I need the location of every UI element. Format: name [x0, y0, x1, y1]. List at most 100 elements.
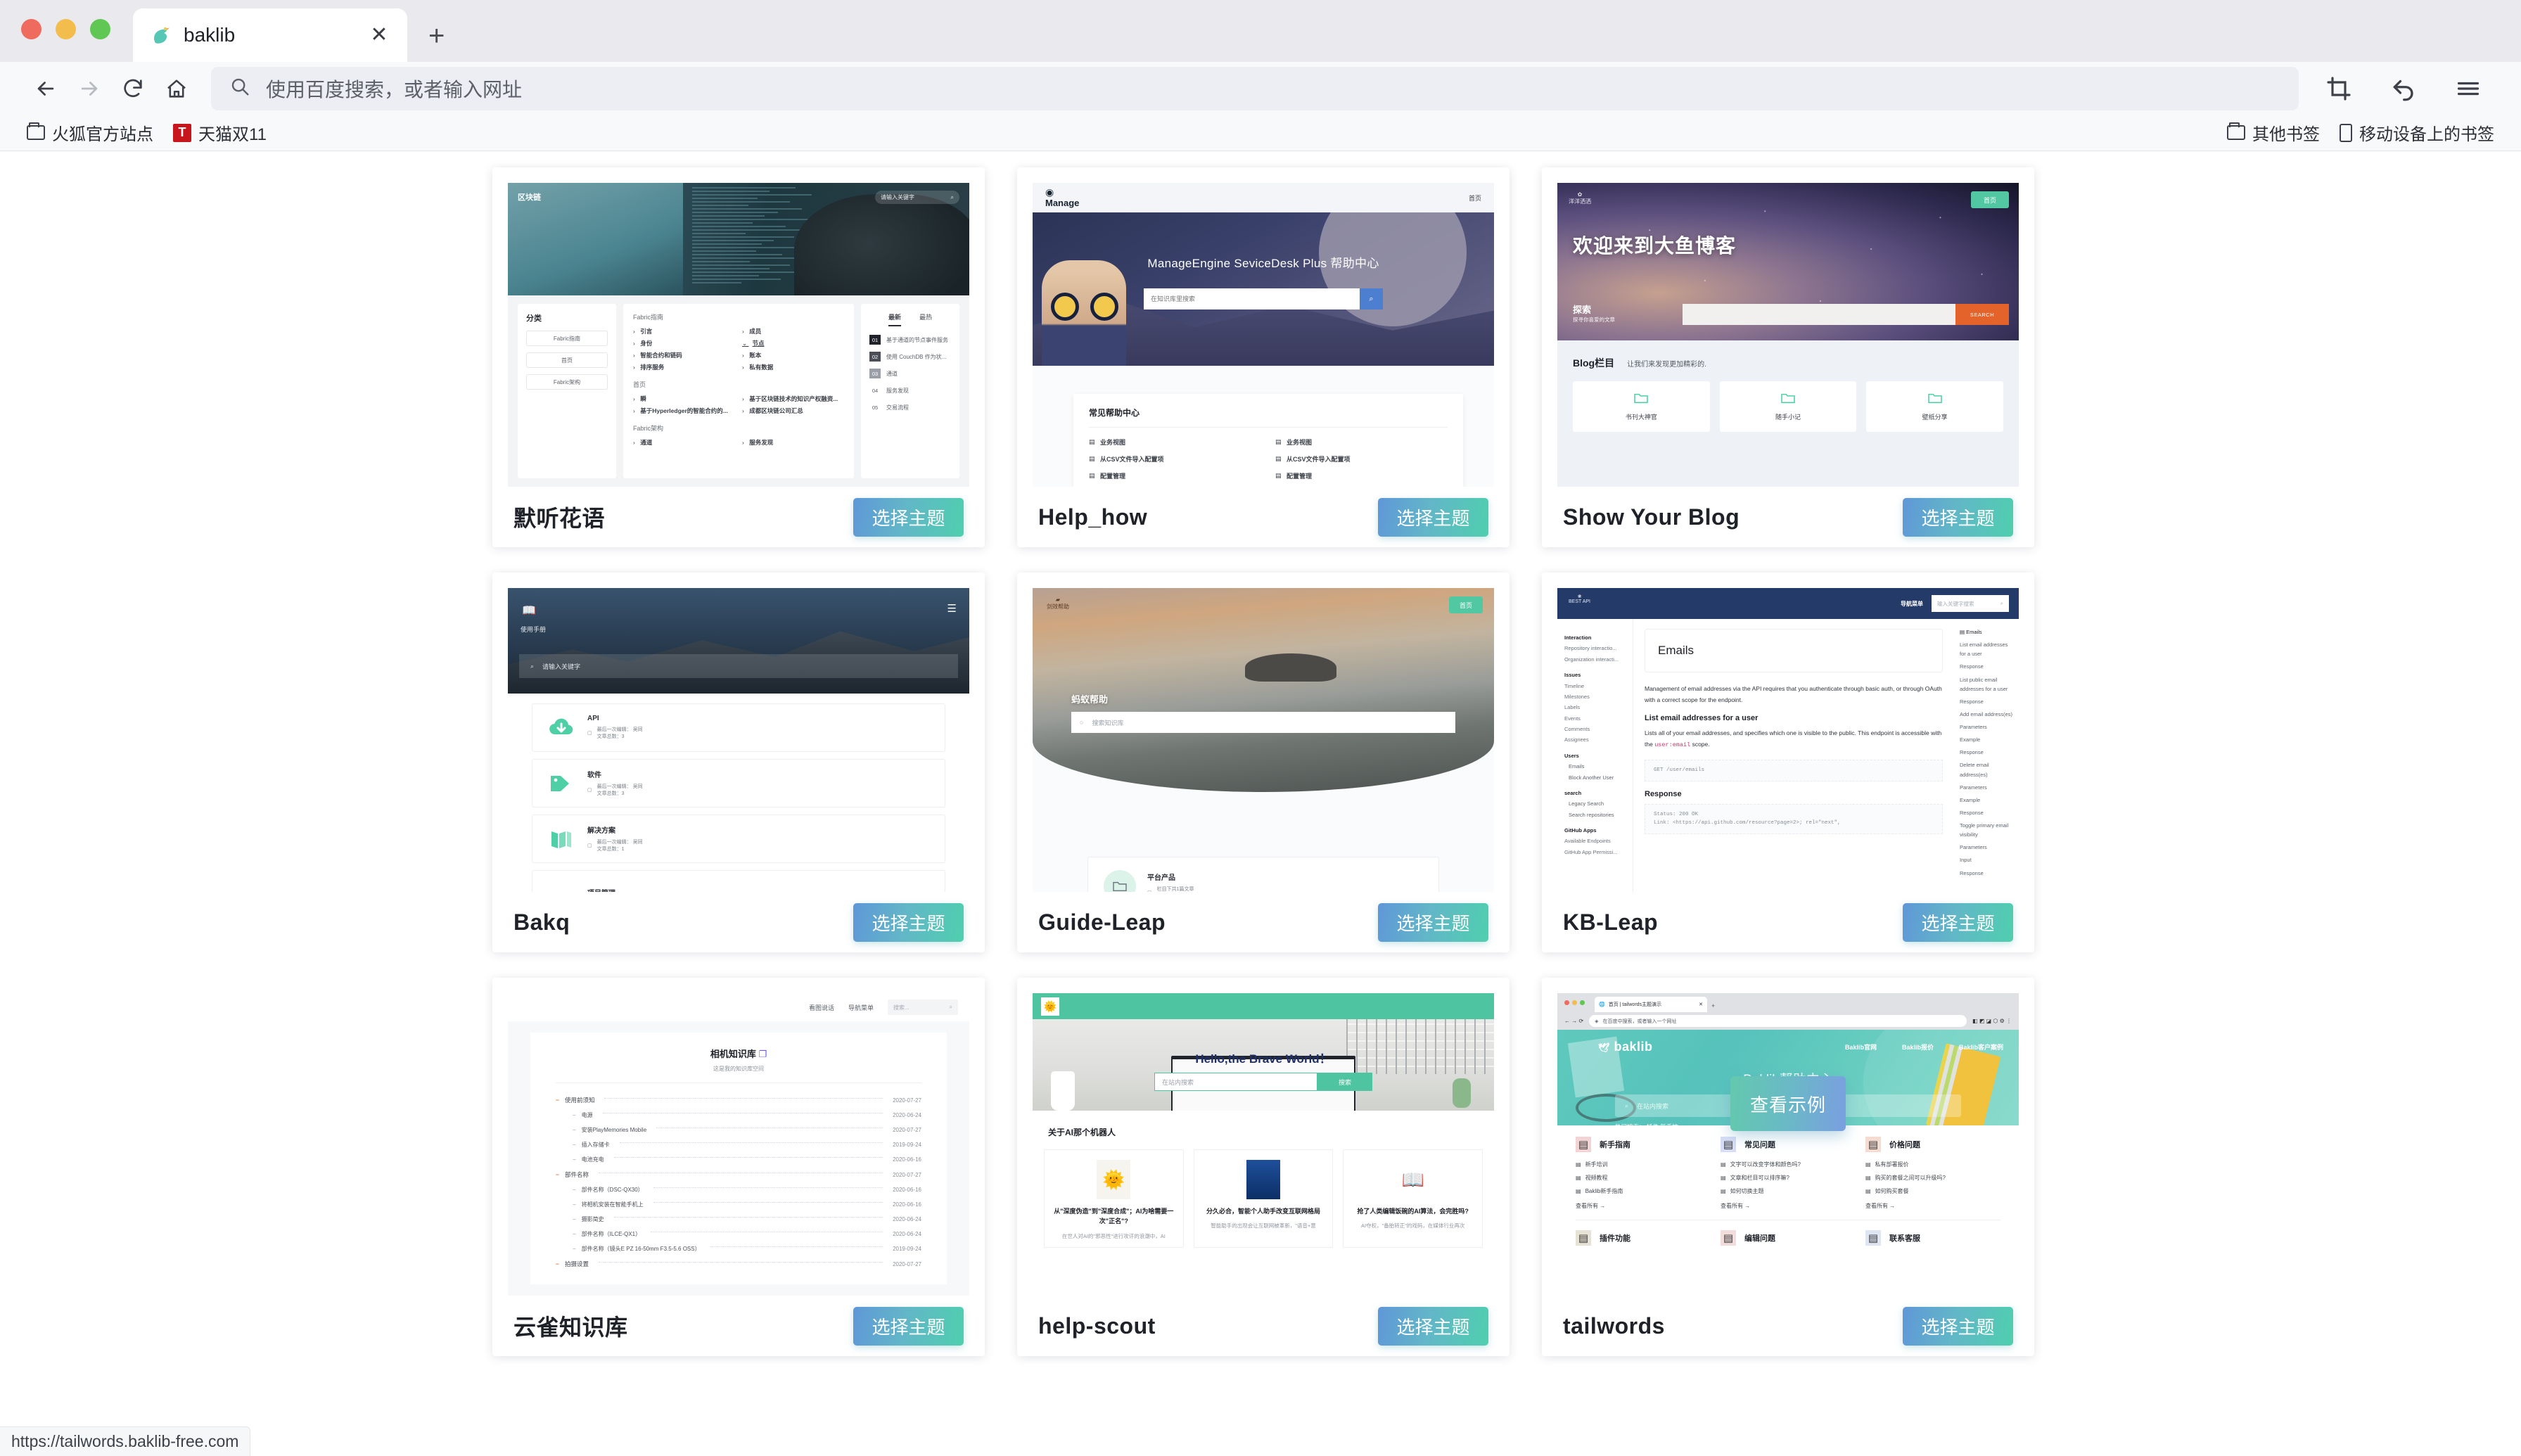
- preview-section-sub: 让我们来发现更加精彩的.: [1627, 358, 1706, 369]
- theme-card-tailwords[interactable]: 🌐 首页 | tailwords主题演示 ✕ + ← → ⟳ ◈: [1542, 978, 2034, 1356]
- preview-nav-item[interactable]: 看图说话: [809, 1003, 834, 1012]
- navigation-toolbar: 使用百度搜索，或者输入网址: [0, 62, 2521, 115]
- minimize-window-button[interactable]: [56, 19, 76, 39]
- select-theme-button[interactable]: 选择主题: [853, 498, 964, 537]
- reload-icon[interactable]: [111, 67, 155, 110]
- theme-card-bakq[interactable]: 📖 使用手册 ☰ ⌕ 请输入关键字: [492, 573, 985, 952]
- select-theme-button[interactable]: 选择主题: [1903, 1307, 2013, 1346]
- preview-panel-title: 常见帮助中心: [1089, 407, 1448, 419]
- preview-search-button[interactable]: 搜索: [1317, 1073, 1372, 1091]
- select-theme-button[interactable]: 选择主题: [853, 903, 964, 942]
- preview-toc-row: −电池充电2020-06-16: [556, 1156, 921, 1163]
- preview-nav-home[interactable]: 首页: [1449, 596, 1483, 613]
- new-tab-button[interactable]: +: [428, 20, 445, 62]
- preview-search-box: ⌕: [1144, 288, 1383, 309]
- theme-preview: ▰剑效帮助 首页 蚂蚁帮助 ○ 搜索知识库: [1033, 588, 1494, 892]
- mobile-icon: [2340, 124, 2352, 142]
- toolbar-right-actions: [2317, 67, 2497, 110]
- preview-brand: ◉ Manage: [1045, 187, 1079, 208]
- preview-item: ⌄ 节点: [742, 339, 844, 347]
- preview-toc: ▤ Emails List email addresses for a user…: [1954, 619, 2019, 892]
- sun-icon: 🌞: [1041, 997, 1059, 1016]
- preview-nav-item[interactable]: 导航菜单: [848, 1003, 874, 1012]
- bookmark-firefox-official[interactable]: 火狐官方站点: [17, 120, 163, 145]
- theme-card-help-scout[interactable]: 🌞 Hello,the Brave World！ 在站内搜索 搜索 关于AI那个: [1017, 978, 1510, 1356]
- theme-card-yunque-kb[interactable]: 看图说话 导航菜单 搜索... ⌕ 相机知识库 ❐ 这是我的知识库空间: [492, 978, 985, 1356]
- folder-icon: [1927, 392, 1943, 406]
- preview-link: ▤ 从CSV文件导入配置项: [1089, 454, 1261, 464]
- preview-group-title: 首页: [633, 380, 844, 389]
- preview-item: › 通道: [633, 438, 735, 447]
- preview-section: ▤常见问题 ▤ 文字可以改变字体和颜色吗? ▤ 文章和栏目可以排序嘛? ▤ 如何…: [1721, 1137, 1856, 1210]
- undo-icon[interactable]: [2382, 67, 2425, 110]
- theme-preview: ✿洋洋洒洒 首页 欢迎来到大鱼博客 探索 探寻你喜爱的文章 SEARCH: [1557, 183, 2019, 487]
- preview-item: › 基于Hyperledger的智能合约的...: [633, 407, 735, 415]
- preview-search-box[interactable]: ○ 搜索知识库: [1071, 712, 1455, 733]
- preview-item: › 私有数据: [742, 363, 844, 371]
- select-theme-button[interactable]: 选择主题: [1378, 1307, 1488, 1346]
- preview-explore-sub: 探寻你喜爱的文章: [1573, 317, 1615, 323]
- select-theme-button[interactable]: 选择主题: [1903, 903, 2013, 942]
- theme-card-show-your-blog[interactable]: ✿洋洋洒洒 首页 欢迎来到大鱼博客 探索 探寻你喜爱的文章 SEARCH: [1542, 167, 2034, 547]
- preview-explore: 探索 探寻你喜爱的文章: [1573, 302, 1615, 324]
- close-icon[interactable]: ✕: [366, 25, 392, 46]
- preview-toc-row: −部件名称（镜头E PZ 16-50mm F3.5-5.6 OSS）2019-0…: [556, 1245, 921, 1253]
- preview-tab-hottest: 最热: [919, 312, 932, 326]
- preview-section: ▤插件功能: [1576, 1230, 1711, 1246]
- hamburger-menu-icon[interactable]: ☰: [947, 602, 957, 615]
- preview-chip: 首页: [526, 352, 608, 368]
- theme-card-guide-leap[interactable]: ▰剑效帮助 首页 蚂蚁帮助 ○ 搜索知识库: [1017, 573, 1510, 952]
- preview-section: ▤联系客服: [1865, 1230, 2000, 1246]
- theme-card-kb-leap[interactable]: ❀BEST API 导航菜单 输入关键字搜索 ⌕ Interaction Rep…: [1542, 573, 2034, 952]
- preview-search-button[interactable]: SEARCH: [1955, 304, 2009, 325]
- bookmark-mobile-bookmarks[interactable]: 移动设备上的书签: [2330, 120, 2504, 145]
- view-demo-tooltip[interactable]: 查看示例: [1730, 1076, 1846, 1131]
- preview-panel: 常见帮助中心 ▤ 业务视图 ▤ 业务视图 ▤ 从CSV文件导入配置项 ▤ 从CS…: [1073, 394, 1463, 487]
- address-bar[interactable]: 使用百度搜索，或者输入网址: [211, 67, 2299, 110]
- preview-nav-menu[interactable]: 导航菜单: [1901, 600, 1923, 608]
- preview-search-box[interactable]: ⌕ 请输入关键字: [519, 654, 958, 678]
- preview-search-input[interactable]: [1683, 304, 1955, 325]
- search-icon: ⌕: [950, 1004, 952, 1011]
- select-theme-button[interactable]: 选择主题: [853, 1307, 964, 1346]
- preview-search-box[interactable]: 输入关键字搜索 ⌕: [1932, 595, 2009, 612]
- preview-search-box: SEARCH: [1683, 304, 2009, 325]
- maximize-window-button[interactable]: [90, 19, 110, 39]
- preview-link: ▤ 业务视图: [1089, 438, 1261, 447]
- forward-arrow-icon[interactable]: [68, 67, 111, 110]
- guide-icon: ▤: [1576, 1137, 1591, 1152]
- screenshot-icon[interactable]: [2317, 67, 2361, 110]
- preview-search-input[interactable]: 在站内搜索: [1154, 1073, 1317, 1091]
- close-window-button[interactable]: [21, 19, 42, 39]
- preview-chip: Fabric指南: [526, 331, 608, 346]
- bookmark-label: 移动设备上的书签: [2359, 120, 2494, 145]
- search-icon[interactable]: ⌕: [1360, 288, 1383, 309]
- bird-icon: [148, 23, 172, 47]
- preview-nav-home[interactable]: 首页: [1971, 191, 2009, 208]
- window-controls: [21, 0, 110, 62]
- theme-preview: 🌐 首页 | tailwords主题演示 ✕ + ← → ⟳ ◈: [1557, 993, 2019, 1296]
- preview-article-card: 分久必合，智能个人助手改变互联网格局 智能助手的出现会让互联网被革新，"语音+意: [1194, 1149, 1334, 1248]
- preview-item: › 基于区块链技术的知识产权融资...: [742, 395, 844, 403]
- select-theme-button[interactable]: 选择主题: [1378, 903, 1488, 942]
- hamburger-menu-icon[interactable]: [2446, 67, 2490, 110]
- select-theme-button[interactable]: 选择主题: [1903, 498, 2013, 537]
- preview-doc-title: Emails: [1645, 629, 1943, 672]
- home-icon[interactable]: [155, 67, 198, 110]
- select-theme-button[interactable]: 选择主题: [1378, 498, 1488, 537]
- open-book-icon: 📖: [1396, 1160, 1430, 1199]
- theme-card-help-how[interactable]: ◉ Manage 首页 ManageEngine SeviceDesk Plus…: [1017, 167, 1510, 547]
- browser-tab[interactable]: baklib ✕: [133, 8, 407, 62]
- preview-search-input[interactable]: [1144, 288, 1360, 309]
- back-arrow-icon[interactable]: [24, 67, 68, 110]
- preview-sidebar: 分类 Fabric指南 首页 Fabric架构: [518, 304, 616, 478]
- preview-category-card: 平台产品 ▢ 栏目下共1篇文章11 天前有更新: [1087, 857, 1439, 892]
- browser-window: baklib ✕ + 使用百度搜索，或者输入网址: [0, 0, 2521, 1456]
- bookmark-other-bookmarks[interactable]: 其他书签: [2217, 120, 2330, 145]
- preview-search-box[interactable]: 搜索... ⌕: [888, 1000, 958, 1015]
- bookmark-tmall[interactable]: T 天猫双11: [163, 120, 276, 145]
- theme-card-muting-huayu[interactable]: 区块链 请输入关键字 ⌕ 分类 Fabric指南 首页 Fabri: [492, 167, 985, 547]
- tag-icon: [548, 772, 575, 796]
- preview-main: Fabric指南 › 引言 › 成员 › 身份 ⌄ 节点 › 智能合约和链码 ›…: [623, 304, 854, 478]
- preview-tab-newest: 最新: [888, 312, 901, 326]
